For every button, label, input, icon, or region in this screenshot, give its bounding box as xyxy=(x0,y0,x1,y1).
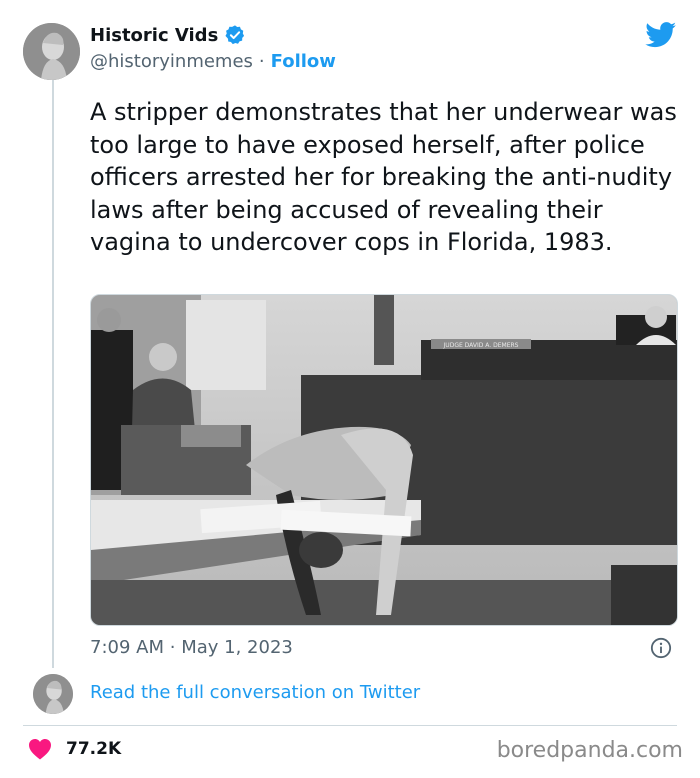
bust-portrait-icon xyxy=(23,23,80,80)
boredpanda-watermark: boredpanda.com xyxy=(496,738,683,763)
tweet-date: May 1, 2023 xyxy=(181,637,293,658)
bust-portrait-icon xyxy=(33,674,73,714)
timestamp-separator: · xyxy=(169,637,176,658)
author-handle[interactable]: @historyinmemes xyxy=(90,51,253,72)
handle-separator: · xyxy=(258,51,265,72)
like-button[interactable]: 77.2K xyxy=(28,738,121,760)
verified-badge-icon xyxy=(225,25,245,45)
courtroom-photo: JUDGE DAVID A. DEMERS xyxy=(91,295,677,625)
tweet-text: A stripper demonstrates that her underwe… xyxy=(90,98,677,256)
twitter-bird-icon[interactable] xyxy=(645,22,677,48)
info-icon[interactable] xyxy=(650,637,672,659)
author-display-name[interactable]: Historic Vids xyxy=(90,25,218,46)
reply-avatar[interactable] xyxy=(33,674,73,714)
thread-line xyxy=(52,80,54,668)
author-avatar[interactable] xyxy=(23,23,80,80)
footer-divider xyxy=(23,725,677,726)
read-conversation-link[interactable]: Read the full conversation on Twitter xyxy=(90,682,420,703)
heart-icon xyxy=(29,739,51,760)
tweet-time: 7:09 AM xyxy=(90,637,164,658)
like-count: 77.2K xyxy=(66,739,122,759)
follow-button[interactable]: Follow xyxy=(271,51,336,72)
tweet-photo[interactable]: JUDGE DAVID A. DEMERS xyxy=(90,294,678,626)
judge-nameplate: JUDGE DAVID A. DEMERS xyxy=(443,342,519,349)
tweet-timestamp[interactable]: 7:09 AM · May 1, 2023 xyxy=(90,637,293,658)
